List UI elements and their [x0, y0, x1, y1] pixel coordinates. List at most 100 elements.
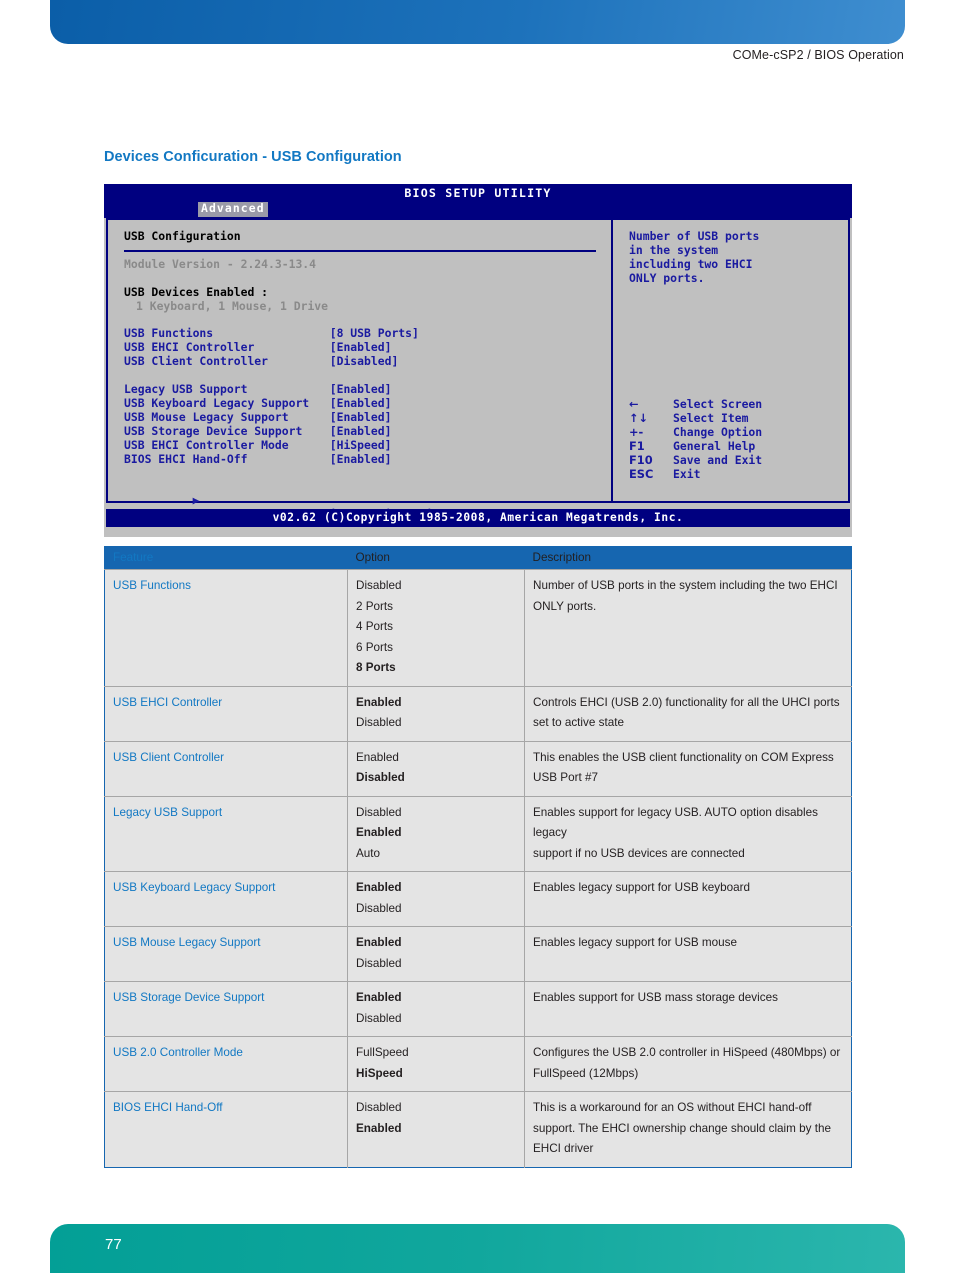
bios-setting-row[interactable]: USB Storage Device Support [Enabled]	[124, 423, 611, 439]
section-heading: Devices Conficuration - USB Configuratio…	[104, 149, 402, 165]
bios-key-action: Change Option	[673, 424, 763, 439]
cell-description: This enables the USB client functionalit…	[524, 740, 852, 796]
option-value: Disabled	[356, 579, 402, 592]
cell-feature[interactable]: USB EHCI Controller	[104, 685, 348, 741]
description-line: FullSpeed (12Mbps)	[533, 1066, 639, 1080]
option-default: Enabled	[356, 936, 402, 949]
bios-key-row: +- Change Option	[629, 424, 763, 440]
bios-key-glyph: F1	[629, 438, 645, 453]
triangle-right-icon: ▶	[192, 493, 200, 508]
cell-feature[interactable]: USB Storage Device Support	[104, 981, 348, 1037]
cell-description: Enables legacy support for USB keyboard	[524, 871, 852, 927]
option-value: Auto	[356, 846, 381, 860]
column-header-description: Description	[524, 546, 852, 570]
bios-key-legend: ← Select Screen ↑↓ Select Item +- Change Opti…	[629, 397, 763, 482]
bios-help-line: including two EHCI	[629, 256, 753, 271]
bios-help-pane: Number of USB ports in the system includin…	[615, 220, 848, 501]
bios-title: BIOS SETUP UTILITY	[404, 186, 552, 200]
bios-key-action: Exit	[673, 466, 701, 481]
cell-option: Enabled Disabled	[347, 926, 525, 982]
cell-feature[interactable]: BIOS EHCI Hand-Off	[104, 1091, 348, 1167]
bios-key-action: General Help	[673, 438, 756, 453]
option-value: 4 Ports	[356, 620, 394, 633]
cell-feature[interactable]: USB Client Controller	[104, 740, 348, 796]
cell-feature[interactable]: USB 2.0 Controller Mode	[104, 1036, 348, 1092]
cell-option: Disabled 2 Ports 4 Ports 6 Ports 8 Ports	[347, 569, 525, 686]
option-value: Disabled	[356, 901, 402, 915]
bios-key-glyph: +-	[629, 424, 644, 439]
bios-setting-row[interactable]: USB EHCI Controller Mode [HiSpeed]	[124, 437, 611, 453]
bios-setting-row[interactable]: USB Client Controller [Disabled]	[124, 354, 611, 369]
bios-setting-value: [Enabled]	[329, 423, 392, 438]
bios-setting-label: USB Client Controller	[124, 354, 330, 369]
column-header-feature: Feature	[104, 546, 348, 570]
bios-setting-row[interactable]: USB Functions [8 USB Ports]	[124, 326, 611, 341]
bios-setting-label: USB Storage Device Support	[124, 423, 330, 438]
bios-key-action: Select Item	[673, 410, 749, 425]
bios-settings-pane: USB Configuration Module Version - 2.24.…	[108, 220, 613, 521]
table-body: USB Functions Disabled 2 Ports 4 Ports 6 Por…	[104, 569, 852, 1167]
bios-setting-label: Legacy USB Support	[124, 382, 330, 397]
bios-devices-enabled-label: USB Devices Enabled :	[124, 284, 269, 299]
bios-key-glyph: ESC	[629, 466, 654, 481]
cell-option: Enabled Disabled	[347, 981, 525, 1037]
bios-setting-value: [Enabled]	[329, 409, 392, 424]
cell-description: This is a workaround for an OS without E…	[524, 1091, 852, 1167]
table-row: USB Storage Device Support Enabled Disable…	[104, 981, 852, 1037]
bios-setting-row[interactable]: USB Keyboard Legacy Support [Enabled]	[124, 395, 611, 411]
bios-setting-label: USB EHCI Controller Mode	[124, 437, 330, 452]
bios-key-action: Select Screen	[673, 397, 763, 411]
option-value: Disabled	[356, 1101, 402, 1114]
cell-option: Disabled Enabled	[347, 1091, 525, 1167]
cell-option: Enabled Disabled	[347, 685, 525, 741]
table-row: USB EHCI Controller Enabled Disabled Contro…	[104, 685, 852, 741]
table-header-row: Feature Option Description	[104, 546, 852, 570]
bios-title-bar: BIOS SETUP UTILITY Advanced	[104, 184, 852, 218]
bios-key-glyph: F10	[629, 452, 653, 467]
cell-feature[interactable]: USB Mouse Legacy Support	[104, 926, 348, 982]
bios-help-text: Number of USB ports in the system includin…	[629, 229, 848, 286]
page-header-title: COMe-cSP2 / BIOS Operation	[732, 48, 904, 62]
option-default: Enabled	[356, 881, 402, 894]
bios-key-row: ← Select Screen	[629, 397, 763, 412]
cell-description: Enables support for USB mass storage dev…	[524, 981, 852, 1037]
bios-key-row: F1 General Help	[629, 438, 762, 454]
bios-setting-value: [8 USB Ports]	[329, 326, 419, 341]
bios-setting-label: USB Functions	[124, 326, 330, 341]
bios-setting-value: [Enabled]	[329, 382, 392, 397]
option-default: Enabled	[356, 1121, 402, 1135]
bios-setting-value: [Enabled]	[329, 395, 392, 410]
cell-feature[interactable]: USB Functions	[104, 569, 348, 686]
cell-description: Controls EHCI (USB 2.0) functionality fo…	[524, 685, 852, 741]
bios-setting-row[interactable]: USB EHCI Controller [Enabled]	[124, 340, 611, 355]
bios-key-row: F10 Save and Exit	[629, 452, 763, 468]
bios-setting-label: USB Mouse Legacy Support	[124, 409, 330, 424]
bios-key-row: ESC Exit	[629, 466, 762, 482]
bios-settings-list: USB Functions [8 USB Ports] USB EHCI Cont…	[124, 326, 611, 467]
bios-setting-value: [HiSpeed]	[329, 437, 392, 452]
bios-tab-advanced[interactable]: Advanced	[198, 201, 268, 217]
option-value: Disabled	[356, 1011, 402, 1025]
table-row: USB Functions Disabled 2 Ports 4 Ports 6 Por…	[104, 569, 852, 686]
description-line: Number of USB ports in the system includ…	[533, 579, 838, 592]
bios-setting-row[interactable]: USB Mouse Legacy Support [Enabled]	[124, 409, 611, 425]
cell-description: Number of USB ports in the system includ…	[524, 569, 852, 686]
bios-module-version: Module Version - 2.24.3-13.4	[124, 256, 317, 271]
bios-setting-row[interactable]: Legacy USB Support [Enabled]	[124, 382, 611, 397]
description-line: Controls EHCI (USB 2.0) functionality fo…	[533, 695, 840, 709]
cell-feature[interactable]: USB Keyboard Legacy Support	[104, 871, 348, 927]
option-value: 6 Ports	[356, 640, 394, 654]
cell-feature[interactable]: Legacy USB Support	[104, 795, 348, 872]
cell-option: Enabled Disabled	[347, 871, 525, 927]
option-default: Enabled	[356, 695, 402, 709]
cell-option: FullSpeed HiSpeed	[347, 1036, 525, 1092]
bios-setting-row[interactable]: BIOS EHCI Hand-Off [Enabled]	[124, 452, 611, 467]
option-default: Enabled	[356, 991, 402, 1004]
page-bottom-bar	[50, 1224, 905, 1273]
bios-key-glyph: ←	[629, 397, 639, 411]
column-header-option: Option	[347, 546, 525, 570]
option-value: 2 Ports	[356, 599, 394, 613]
bios-key-action: Save and Exit	[673, 452, 763, 467]
bios-setting-value: [Disabled]	[329, 354, 399, 369]
bios-key-row: ↑↓ Select Item	[629, 410, 762, 426]
